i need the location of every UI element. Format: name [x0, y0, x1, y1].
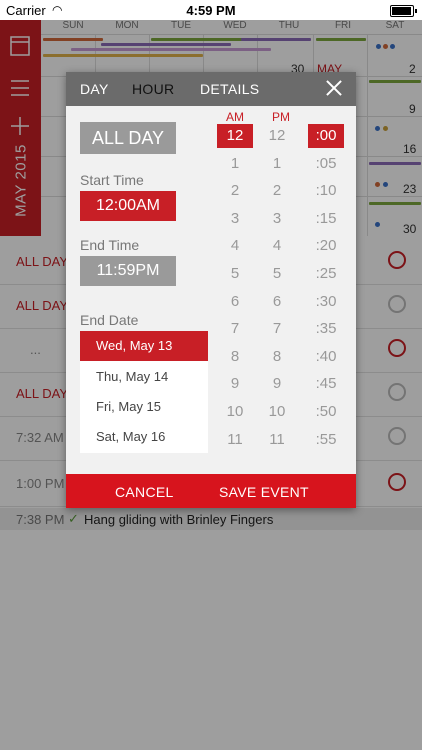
picker-option[interactable]: 11	[259, 428, 295, 452]
status-bar: Carrier ◠ 4:59 PM	[0, 0, 422, 20]
tab-day[interactable]: DAY	[80, 81, 109, 97]
save-event-button[interactable]: SAVE EVENT	[219, 484, 309, 500]
clock: 4:59 PM	[186, 3, 236, 18]
picker-option[interactable]: 1	[217, 152, 253, 176]
end-date-label: End Date	[80, 312, 139, 328]
picker-option[interactable]: 7	[259, 317, 295, 341]
end-date-option[interactable]: Wed, May 13	[80, 331, 208, 361]
end-date-option[interactable]: Thu, May 14	[80, 362, 208, 392]
picker-option[interactable]: 3	[259, 207, 295, 231]
pm-header: PM	[272, 110, 290, 124]
picker-option[interactable]: :45	[308, 372, 344, 396]
picker-option[interactable]: 2	[259, 179, 295, 203]
dialog-footer: CANCEL SAVE EVENT	[66, 474, 356, 508]
tab-details[interactable]: DETAILS	[200, 81, 259, 97]
picker-option[interactable]: :00	[308, 124, 344, 148]
picker-option[interactable]: :35	[308, 317, 344, 341]
picker-option[interactable]: :05	[308, 152, 344, 176]
picker-option[interactable]: 9	[217, 372, 253, 396]
picker-option[interactable]: 6	[217, 290, 253, 314]
picker-option[interactable]: 8	[217, 345, 253, 369]
all-day-button[interactable]: ALL DAY	[80, 122, 176, 154]
picker-option[interactable]: :50	[308, 400, 344, 424]
picker-option[interactable]: 8	[259, 345, 295, 369]
picker-option[interactable]: :10	[308, 179, 344, 203]
picker-option[interactable]: 12	[259, 124, 295, 148]
picker-option[interactable]: 9	[259, 372, 295, 396]
end-date-option[interactable]: Sat, May 16	[80, 422, 208, 452]
picker-option[interactable]: :15	[308, 207, 344, 231]
battery-icon	[390, 5, 417, 17]
dialog-tab-bar: DAY HOUR DETAILS	[66, 72, 356, 106]
picker-option[interactable]: 12	[217, 124, 253, 148]
picker-option[interactable]: 5	[217, 262, 253, 286]
picker-option[interactable]: 2	[217, 179, 253, 203]
picker-option[interactable]: 1	[259, 152, 295, 176]
picker-option[interactable]: 3	[217, 207, 253, 231]
end-time-field[interactable]: 11:59PM	[80, 256, 176, 286]
close-icon[interactable]	[324, 78, 344, 98]
picker-option[interactable]: :25	[308, 262, 344, 286]
end-date-option[interactable]: Fri, May 15	[80, 392, 208, 422]
tab-hour[interactable]: HOUR	[132, 81, 174, 97]
end-time-label: End Time	[80, 237, 140, 253]
picker-option[interactable]: 11	[217, 428, 253, 452]
start-time-label: Start Time	[80, 172, 144, 188]
picker-option[interactable]: 10	[217, 400, 253, 424]
picker-option[interactable]: 7	[217, 317, 253, 341]
am-header: AM	[226, 110, 244, 124]
cancel-button[interactable]: CANCEL	[115, 484, 174, 500]
picker-option[interactable]: :40	[308, 345, 344, 369]
time-picker-dialog: DAY HOUR DETAILS ALL DAY Start Time 12:0…	[66, 72, 356, 508]
picker-option[interactable]: 4	[259, 234, 295, 258]
picker-option[interactable]: 6	[259, 290, 295, 314]
picker-option[interactable]: :20	[308, 234, 344, 258]
picker-option[interactable]: 10	[259, 400, 295, 424]
start-time-field[interactable]: 12:00AM	[80, 191, 176, 221]
picker-option[interactable]: :55	[308, 428, 344, 452]
picker-option[interactable]: 5	[259, 262, 295, 286]
picker-option[interactable]: :30	[308, 290, 344, 314]
end-date-list: Wed, May 13 Thu, May 14 Fri, May 15 Sat,…	[80, 331, 208, 453]
picker-option[interactable]: 4	[217, 234, 253, 258]
